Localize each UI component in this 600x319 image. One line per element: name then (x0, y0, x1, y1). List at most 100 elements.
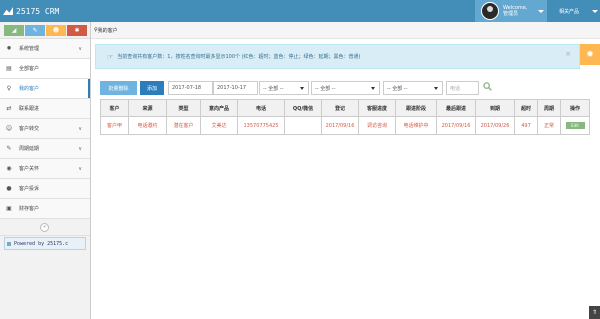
hand-right-icon: ☞ (107, 52, 114, 61)
column-header[interactable]: 超时 (514, 99, 538, 117)
column-header[interactable]: 电话 (237, 99, 285, 117)
column-header[interactable]: QQ/微信 (284, 99, 322, 117)
dropdown-arrow-icon (371, 87, 375, 90)
column-header[interactable]: 客户 (100, 99, 129, 117)
sidebar-item-label: 周期延期 (19, 146, 40, 152)
chevron-down-icon: ∨ (78, 165, 82, 172)
search-icon[interactable] (483, 82, 492, 91)
cell-source: 电话邀约 (128, 116, 167, 135)
breadcrumb-current[interactable]: 我的客户 (98, 27, 118, 34)
phone-placeholder: 电话 (450, 85, 461, 92)
column-header[interactable]: 意向产品 (200, 99, 238, 117)
app-title: 25175 CRM (16, 6, 60, 16)
date-start-input[interactable]: 2017-07-18 (168, 81, 213, 95)
square-icon (7, 241, 11, 246)
cell-customer[interactable]: 客户甲 (100, 116, 129, 135)
settings-button[interactable]: ✹ (580, 44, 600, 65)
sidebar-item-all-customers[interactable]: ▤ 全部客户 (0, 59, 90, 79)
column-header[interactable]: 来源 (128, 99, 167, 117)
cell-overdue: 497 (514, 116, 538, 135)
batch-delete-button[interactable]: 批量删除 (100, 81, 137, 95)
column-header[interactable]: 跟进阶段 (395, 99, 437, 117)
column-header[interactable]: 登记 (321, 99, 359, 117)
customer-table: 客户 来源 类型 意向产品 电话 QQ/微信 登记 客服进度 跟进阶段 最后跟进… (100, 99, 590, 135)
sidebar: ◢ ✎ ☻ ✱ ✹ 系统管理 ∨ ▤ 全部客户 ♀ 我的客户 ⇄ 联系跟进 ☺ … (0, 22, 91, 319)
sidebar-item-complaints[interactable]: ● 客户投诉 (0, 179, 90, 199)
cell-product: 艾美达 (200, 116, 238, 135)
scroll-top-button[interactable]: ⇑ (589, 306, 600, 319)
date-end-value: 2017-10-17 (217, 85, 247, 91)
avatar (481, 2, 499, 20)
sidebar-item-my-customers[interactable]: ♀ 我的客户 (0, 79, 90, 99)
cell-last-follow: 2017/09/16 (436, 116, 476, 135)
shortcut-signal-button[interactable]: ◢ (4, 24, 24, 36)
sidebar-item-extension[interactable]: ✎ 周期延期 ∨ (0, 139, 90, 159)
users-icon: ☻ (52, 26, 60, 34)
sidebar-item-label: 客户转交 (19, 126, 40, 132)
breadcrumb: ♀ 我的客户 (91, 22, 600, 39)
column-header[interactable]: 最后跟进 (436, 99, 476, 117)
comment-icon: ● (6, 185, 12, 192)
leaf-logo-icon (3, 7, 13, 15)
dropdown-arrow-icon (300, 87, 304, 90)
top-navbar: 25175 CRM Welcome, 管理员 相关产品 (0, 0, 600, 22)
column-header[interactable]: 类型 (166, 99, 201, 117)
double-up-icon: ⇑ (591, 309, 598, 316)
cell-qq (284, 116, 322, 135)
date-start-value: 2017-07-18 (172, 85, 202, 91)
chevron-down-icon: ∨ (78, 45, 82, 52)
sidebar-item-care[interactable]: ◉ 客户关怀 ∨ (0, 159, 90, 179)
save-icon: ▣ (6, 205, 12, 212)
table-row: 客户甲 电话邀约 潜在客户 艾美达 13570775425 2017/09/16… (100, 116, 590, 135)
shortcut-pencil-button[interactable]: ✎ (25, 24, 45, 36)
cell-due: 2017/09/26 (475, 116, 515, 135)
info-alert: ☞ 当前查询共有客户数：1，按姓名查询时最多显示100个 (红色：超时；蓝色：停… (95, 44, 580, 69)
sidebar-item-label: 财存客户 (19, 206, 40, 212)
sidebar-item-follow-up[interactable]: ⇄ 联系跟进 (0, 99, 90, 119)
cell-registered: 2017/09/16 (321, 116, 359, 135)
sidebar-item-stored[interactable]: ▣ 财存客户 (0, 199, 90, 219)
select-value: -- 全部 -- (263, 85, 284, 92)
column-header[interactable]: 周期 (537, 99, 561, 117)
double-left-icon[interactable]: « (40, 223, 49, 232)
filter-select-2[interactable]: -- 全部 -- (311, 81, 380, 95)
pencil-icon: ✎ (32, 26, 38, 34)
sidebar-item-label: 客户投诉 (19, 186, 40, 192)
column-header: 操作 (560, 99, 590, 117)
filter-select-1[interactable]: -- 全部 -- (259, 81, 309, 95)
powered-by-badge[interactable]: Powered by 25175.c (4, 237, 86, 250)
exchange-icon: ⇄ (6, 105, 12, 112)
phone-search-input[interactable]: 电话 (446, 81, 479, 95)
filter-select-3[interactable]: -- 全部 -- (383, 81, 443, 95)
edit-icon: ✎ (6, 145, 12, 152)
dropdown-arrow-icon (434, 87, 438, 90)
shortcut-cogs-button[interactable]: ✱ (67, 24, 87, 36)
cogs-icon: ✱ (74, 26, 80, 34)
cell-phone: 13570775425 (237, 116, 285, 135)
brand[interactable]: 25175 CRM (3, 5, 59, 17)
sidebar-item-label: 我的客户 (19, 86, 40, 92)
powered-by-text: Powered by 25175.c (14, 240, 69, 247)
alert-text: 当前查询共有客户数：1，按姓名查询时最多显示100个 (红色：超时；蓝色：停止；… (117, 54, 361, 60)
sidebar-item-transfer[interactable]: ☺ 客户转交 ∨ (0, 119, 90, 139)
cell-type: 潜在客户 (166, 116, 201, 135)
column-header[interactable]: 客服进度 (358, 99, 396, 117)
sidebar-item-system[interactable]: ✹ 系统管理 ∨ (0, 39, 90, 59)
select-value: -- 全部 -- (315, 85, 336, 92)
cell-service-progress: 调访咨询 (358, 116, 396, 135)
eye-icon: ◉ (6, 165, 12, 172)
column-header[interactable]: 到期 (475, 99, 515, 117)
user-menu[interactable]: Welcome, 管理员 (475, 0, 547, 22)
sidebar-item-label: 联系跟进 (19, 106, 40, 112)
caret-down-icon (592, 10, 598, 13)
cog-icon: ✹ (586, 49, 594, 60)
product-menu[interactable]: 相关产品 (547, 0, 600, 22)
shortcut-users-button[interactable]: ☻ (46, 24, 66, 36)
edit-button[interactable]: Edit (565, 122, 585, 129)
add-button[interactable]: 添加 (140, 81, 164, 95)
close-icon[interactable]: × (565, 50, 571, 58)
sidebar-item-label: 客户关怀 (19, 166, 40, 172)
date-end-input[interactable]: 2017-10-17 (213, 81, 258, 95)
sidebar-shortcuts: ◢ ✎ ☻ ✱ (0, 22, 90, 39)
cell-follow-stage: 电话维护中 (395, 116, 437, 135)
